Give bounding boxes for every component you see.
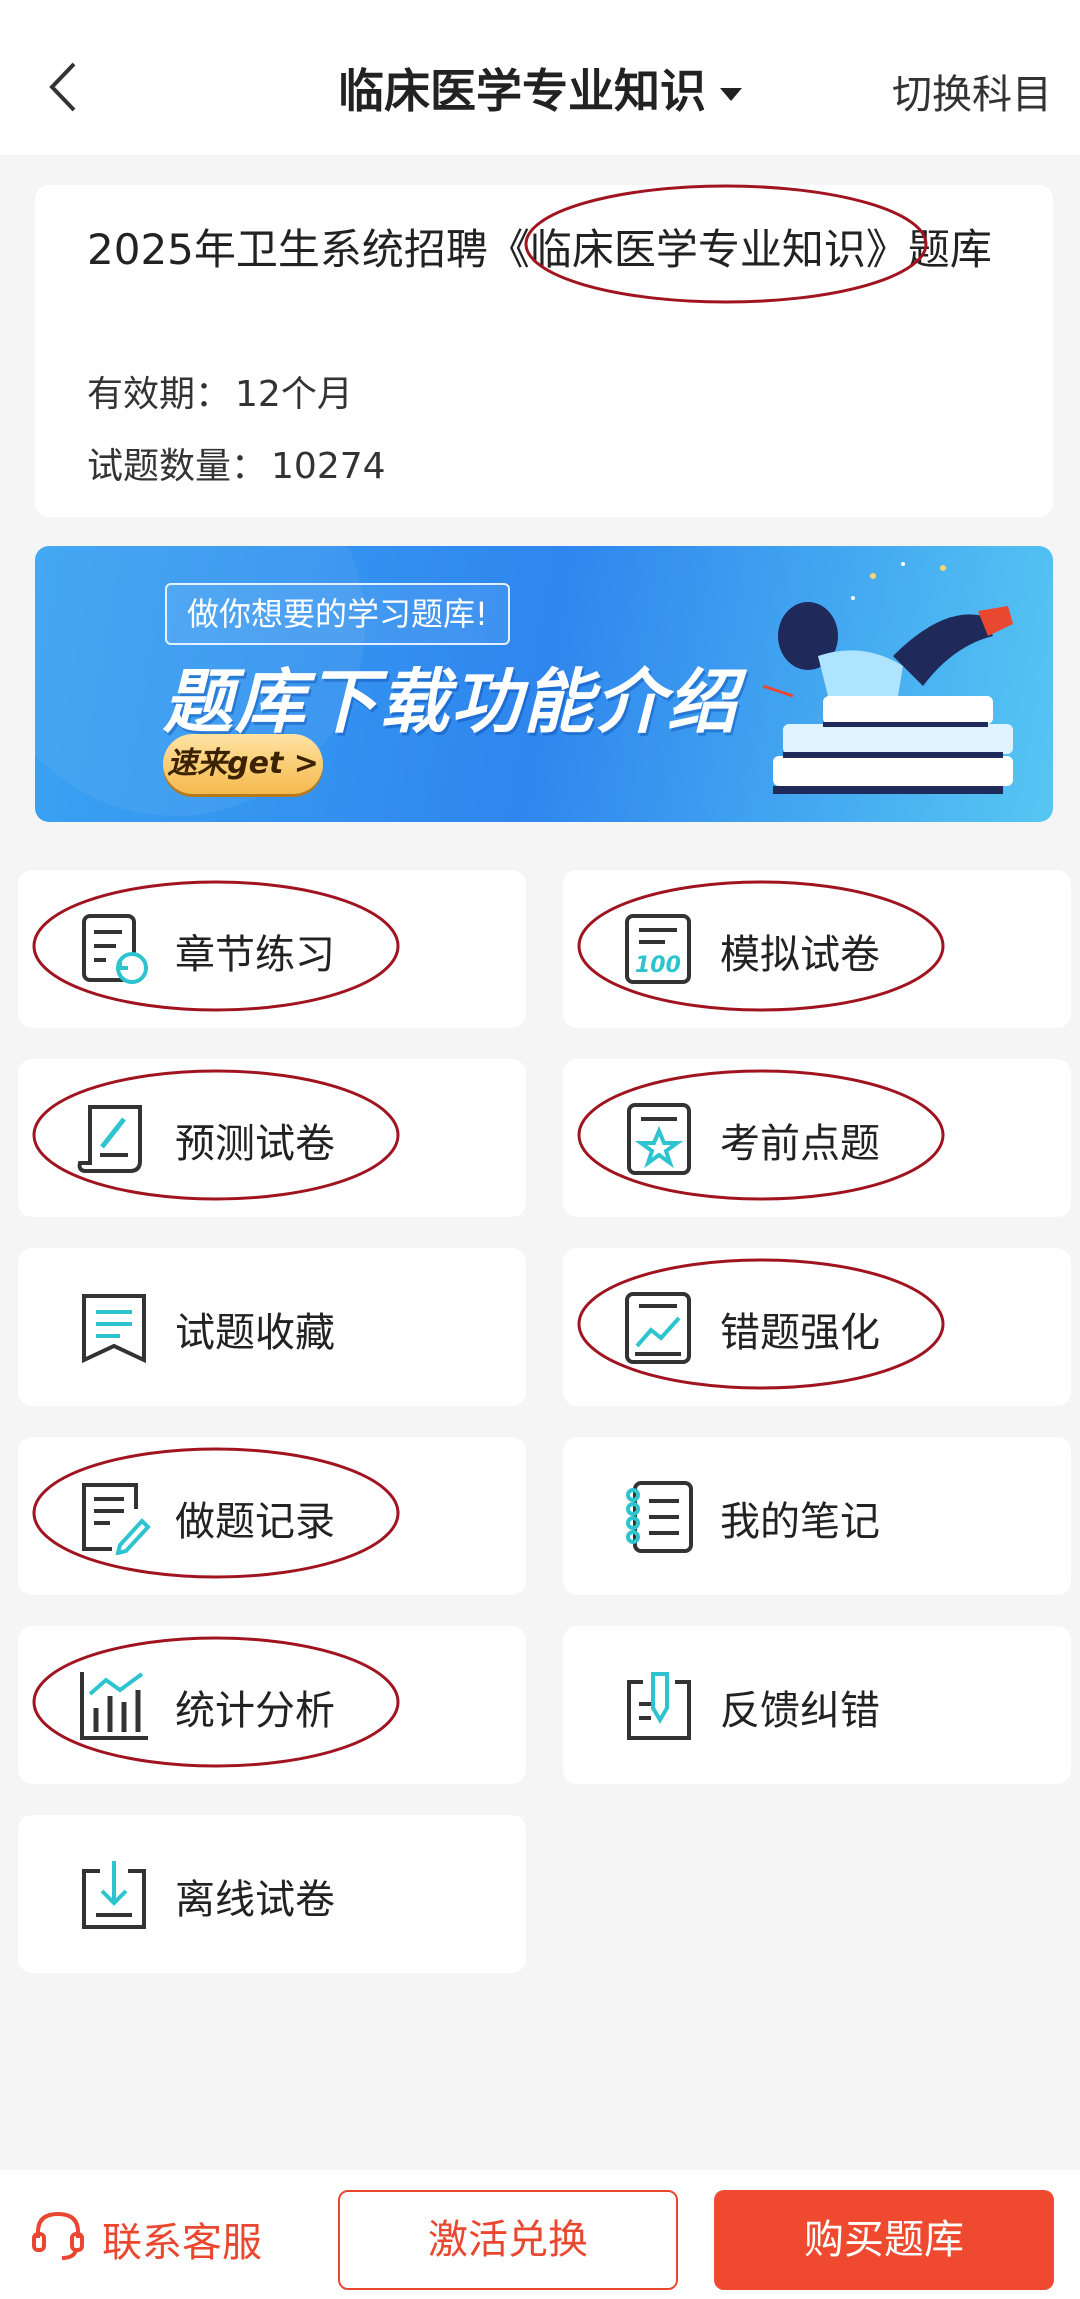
question-count-label: 试题数量： [87,446,268,487]
headset-icon [32,2211,84,2260]
switch-subject-link[interactable]: 切换科目 [892,62,1052,120]
validity-row: 有效期： 12个月 [87,365,353,417]
svg-text:100: 100 [635,953,681,978]
tile-label: 离线试卷 [175,1877,335,1923]
feedback-icon [627,1672,691,1740]
tile-label: 反馈纠错 [720,1688,880,1734]
tile-label: 考前点题 [720,1121,880,1167]
bookmark-icon [82,1294,146,1364]
statistics-icon [80,1672,148,1740]
question-count-row: 试题数量： 10274 [87,437,386,489]
notebook-icon [626,1481,693,1553]
banner-headline: 题库下载功能介绍 [163,661,739,743]
tile-label: 试题收藏 [175,1310,335,1356]
tile-wrong-questions[interactable]: 错题强化 [563,1248,1071,1406]
pre-exam-tips-icon [627,1103,691,1175]
validity-label: 有效期： [87,374,232,415]
prediction-exam-icon [77,1105,142,1173]
question-count-value: 10274 [271,446,386,487]
contact-service-label: 联系客服 [102,2220,262,2266]
tile-chapter-practice[interactable]: 章节练习 [18,870,526,1028]
banner-tag: 做你想要的学习题库! [165,583,510,645]
tile-label: 错题强化 [720,1310,880,1356]
annotation-oval [524,184,928,304]
wrong-questions-icon [625,1292,691,1364]
tile-pre-exam-tips[interactable]: 考前点题 [563,1059,1071,1217]
chapter-practice-icon [82,914,148,984]
activate-redeem-button[interactable]: 激活兑换 [338,2190,678,2290]
tile-feedback[interactable]: 反馈纠错 [563,1626,1071,1784]
tile-label: 统计分析 [175,1688,335,1734]
tile-mock-exam[interactable]: 100 模拟试卷 [563,870,1071,1028]
practice-record-icon [82,1483,151,1555]
tile-label: 预测试卷 [175,1121,335,1167]
tile-bookmark[interactable]: 试题收藏 [18,1248,526,1406]
top-bar: 临床医学专业知识 切换科目 [0,0,1080,155]
tile-prediction-exam[interactable]: 预测试卷 [18,1059,526,1217]
tile-practice-record[interactable]: 做题记录 [18,1437,526,1595]
tile-statistics[interactable]: 统计分析 [18,1626,526,1784]
subject-title-text: 临床医学专业知识 [338,64,706,118]
banner-cta-button[interactable]: 速来get > [163,734,323,794]
question-bank-info-card: 2025年卫生系统招聘《临床医学专业知识》题库 有效期： 12个月 试题数量： 10… [35,184,1053,517]
tile-label: 模拟试卷 [720,932,880,978]
tile-label: 做题记录 [175,1499,335,1545]
download-icon [82,1861,146,1929]
bottom-action-bar: 联系客服 激活兑换 购买题库 [0,2170,1080,2299]
download-feature-banner[interactable]: 做你想要的学习题库! 题库下载功能介绍 速来get > [35,546,1053,822]
tile-notebook[interactable]: 我的笔记 [563,1437,1071,1595]
tile-label: 章节练习 [175,932,335,978]
buy-question-bank-button[interactable]: 购买题库 [714,2190,1054,2290]
tile-offline-exam[interactable]: 离线试卷 [18,1815,526,1973]
validity-value: 12个月 [235,374,353,415]
tile-label: 我的笔记 [720,1499,880,1545]
caret-down-icon [720,87,742,101]
reading-girl-illustration [762,562,1013,794]
mock-exam-icon: 100 [625,914,691,984]
